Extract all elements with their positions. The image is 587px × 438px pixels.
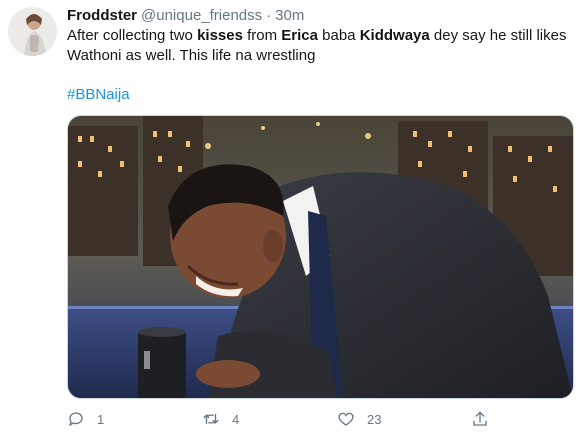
avatar-image <box>8 7 57 56</box>
retweet-count: 4 <box>232 411 240 427</box>
separator-dot: · <box>266 7 272 24</box>
reply-button[interactable]: 1 <box>67 407 104 431</box>
tweet-card[interactable]: Froddster @unique_friendss · 30m After coll… <box>0 0 587 438</box>
timestamp[interactable]: 30m <box>275 7 304 24</box>
tweet-text-segment: After collecting two <box>67 27 198 44</box>
reply-count: 1 <box>97 411 105 427</box>
retweet-button[interactable]: 4 <box>202 407 239 431</box>
reply-icon <box>67 410 85 428</box>
tweet-text-segment: from <box>242 27 282 44</box>
tweet-text-segment: baba <box>318 27 360 44</box>
laughing-man-photo <box>68 116 573 398</box>
user-handle[interactable]: @unique_friendss <box>141 7 262 24</box>
tweet-text-bold: kisses <box>197 27 243 44</box>
share-icon <box>471 410 489 428</box>
hashtag-link[interactable]: #BBNaija <box>67 85 130 105</box>
tweet-text-bold: Erica <box>281 27 318 44</box>
like-button[interactable]: 23 <box>337 407 381 431</box>
tweet-actions: 1 4 23 <box>67 407 572 431</box>
display-name[interactable]: Froddster <box>67 7 137 24</box>
tweet-text: After collecting two kisses from Erica b… <box>67 26 572 66</box>
retweet-icon <box>202 410 220 428</box>
tweet-header: Froddster @unique_friendss · 30m <box>67 6 304 26</box>
share-button[interactable] <box>471 407 489 431</box>
avatar[interactable] <box>8 7 57 56</box>
like-count: 23 <box>367 411 382 427</box>
heart-icon <box>337 410 355 428</box>
tweet-text-bold: Kiddwaya <box>359 27 430 44</box>
tweet-media-photo[interactable] <box>67 115 574 399</box>
